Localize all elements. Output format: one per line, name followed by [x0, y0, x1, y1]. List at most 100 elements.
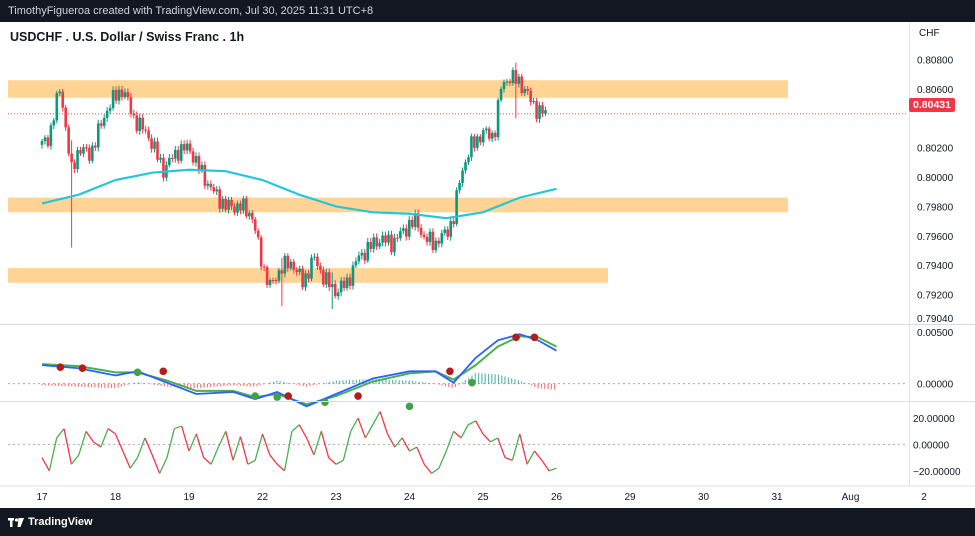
candle-body — [159, 157, 162, 160]
price-tick-label: 0.80800 — [917, 56, 954, 67]
macd-line — [41, 333, 557, 408]
candle-body — [253, 219, 257, 231]
candle-body — [120, 89, 124, 97]
candle-body — [357, 255, 361, 262]
candle-body — [360, 252, 364, 256]
oscillator-segment — [48, 437, 58, 471]
oscillator-segment — [335, 459, 344, 465]
currency-label: CHF — [919, 28, 940, 39]
time-tick-label: 26 — [551, 492, 563, 503]
candle-body — [274, 280, 278, 282]
oscillator-segment — [379, 411, 389, 435]
candle-body — [425, 237, 429, 242]
price-tick-label: 0.79200 — [917, 291, 954, 302]
oscillator-segment — [122, 450, 131, 469]
candle-body — [138, 117, 142, 132]
oscillator-segment — [78, 431, 87, 456]
time-tick-label: 25 — [477, 492, 489, 503]
time-tick-label: 2 — [921, 492, 927, 503]
candle-body — [484, 128, 488, 131]
oscillator-segment — [239, 436, 249, 465]
oscillator-segment — [386, 433, 396, 448]
macd-tick-label: 0.00500 — [917, 328, 954, 339]
cross-marker — [468, 378, 476, 387]
candle-body — [396, 237, 399, 239]
candle-body — [76, 149, 79, 170]
candle-body — [176, 149, 180, 161]
cross-marker — [273, 393, 282, 401]
candle-body — [239, 203, 242, 211]
candle-body — [333, 283, 337, 297]
oscillator-segment — [409, 446, 418, 452]
oscillator-segment — [129, 457, 139, 469]
candle-body — [490, 132, 494, 139]
oscillator-segment — [210, 446, 219, 465]
chart-svg[interactable]: 0.80800 0.80600 0.80200 0.80000 0.79800 0.796… — [0, 22, 975, 508]
candle-body — [141, 117, 144, 130]
candle-body — [245, 198, 248, 217]
oscillator-segment — [56, 428, 65, 439]
pane-divider[interactable] — [0, 401, 975, 402]
candle-body — [384, 235, 387, 243]
candle-body — [185, 143, 189, 151]
caption-bar: TimothyFigueroa created with TradingView… — [0, 0, 975, 22]
oscillator-segment — [159, 457, 168, 474]
candle-body — [67, 127, 70, 154]
chart-title: USDCHF . U.S. Dollar / Swiss Franc . 1h — [10, 30, 245, 44]
oscillator-tick-label: −20.00000 — [913, 467, 961, 478]
cross-marker — [354, 392, 362, 400]
candle-body — [111, 90, 115, 109]
candle-body — [476, 136, 479, 148]
candle-body — [256, 230, 260, 238]
oscillator-segment — [166, 428, 175, 458]
oscillator-segment — [144, 437, 153, 456]
pane-divider[interactable] — [0, 324, 975, 325]
candle-body — [135, 115, 139, 132]
cross-marker — [284, 392, 293, 400]
candle-body — [156, 141, 159, 160]
cross-marker — [446, 367, 454, 376]
candle-body — [88, 147, 91, 161]
sr-zone — [8, 197, 789, 213]
candle-body — [508, 81, 512, 84]
oscillator-segment — [475, 420, 484, 435]
candle-body — [123, 92, 127, 97]
candle-body — [517, 76, 521, 84]
candle-body — [153, 141, 156, 149]
candle-body — [70, 153, 73, 163]
candle-body — [470, 136, 473, 158]
candle-body — [117, 89, 121, 101]
candle-body — [443, 229, 447, 234]
oscillator-segment — [181, 425, 190, 452]
candle-body — [366, 241, 370, 261]
candle-body — [43, 137, 47, 142]
candle-body — [64, 107, 67, 128]
price-tick-label: 0.80600 — [917, 85, 954, 96]
oscillator-segment — [467, 420, 476, 426]
candle-body — [191, 151, 195, 163]
candle-body — [218, 189, 221, 209]
candle-body — [399, 231, 402, 239]
candle-body — [292, 261, 296, 270]
tradingview-logo[interactable]: TradingView — [8, 516, 93, 528]
candle-body — [236, 203, 239, 213]
oscillator-segment — [269, 454, 278, 465]
oscillator-segment — [203, 457, 212, 465]
candle-body — [535, 101, 538, 119]
candle-body — [526, 89, 530, 91]
oscillator-segment — [328, 457, 337, 465]
time-tick-label: 30 — [698, 492, 710, 503]
candle-body — [262, 266, 266, 268]
candle-body — [481, 130, 485, 143]
oscillator-segment — [482, 433, 491, 443]
oscillator-segment — [225, 431, 234, 461]
oscillator-segment — [320, 431, 330, 458]
signal-line — [41, 335, 557, 406]
candle-body — [464, 162, 467, 171]
candle-body — [197, 156, 201, 171]
candle-body — [96, 123, 100, 148]
candle-body — [82, 147, 85, 154]
candle-body — [162, 157, 165, 178]
candle-body — [461, 170, 464, 183]
cross-marker — [405, 402, 414, 411]
